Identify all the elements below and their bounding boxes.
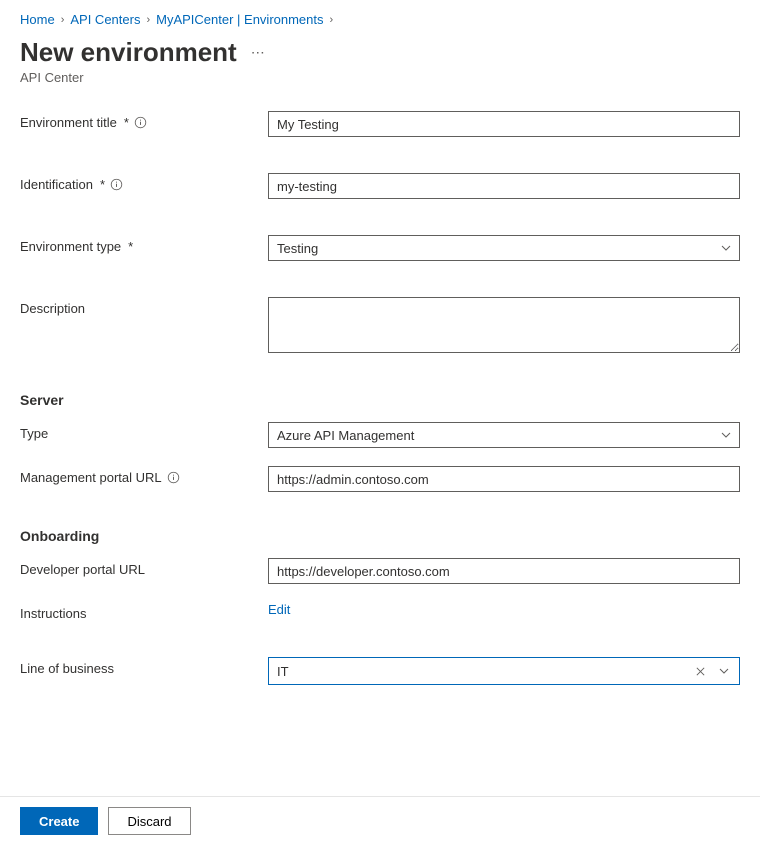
breadcrumb: Home › API Centers › MyAPICenter | Envir… [20,8,740,37]
chevron-right-icon: › [146,14,150,26]
page-subtitle: API Center [20,70,740,85]
dev-url-input[interactable] [268,558,740,584]
clear-icon[interactable] [691,662,709,680]
breadcrumb-api-centers[interactable]: API Centers [70,12,140,27]
edit-instructions-link[interactable]: Edit [268,602,290,617]
instructions-label: Instructions [20,606,86,621]
env-title-label: Environment title [20,115,117,130]
env-title-input[interactable] [268,111,740,137]
dev-url-label: Developer portal URL [20,562,145,577]
mgmt-url-label: Management portal URL [20,470,162,485]
footer-bar: Create Discard [0,796,760,845]
env-type-select[interactable] [268,235,740,261]
breadcrumb-home[interactable]: Home [20,12,55,27]
server-type-label: Type [20,426,48,441]
chevron-right-icon: › [61,14,65,26]
lob-value: IT [277,664,685,679]
mgmt-url-input[interactable] [268,466,740,492]
env-type-value[interactable] [268,235,740,261]
chevron-down-icon[interactable] [715,662,733,680]
required-mark: * [128,239,133,254]
server-section-header: Server [20,392,740,408]
server-type-value[interactable] [268,422,740,448]
lob-select[interactable]: IT [268,657,740,685]
chevron-right-icon: › [330,14,334,26]
description-input[interactable] [268,297,740,353]
create-button[interactable]: Create [20,807,98,835]
description-label: Description [20,301,85,316]
identification-label: Identification [20,177,93,192]
more-actions-button[interactable]: ⋯ [247,38,271,67]
discard-button[interactable]: Discard [108,807,190,835]
required-mark: * [124,115,129,130]
info-icon[interactable] [134,116,147,129]
onboarding-section-header: Onboarding [20,528,740,544]
info-icon[interactable] [167,471,180,484]
lob-label: Line of business [20,661,114,676]
required-mark: * [100,177,105,192]
breadcrumb-center[interactable]: MyAPICenter | Environments [156,12,323,27]
info-icon[interactable] [110,178,123,191]
page-title: New environment [20,37,237,68]
identification-input[interactable] [268,173,740,199]
server-type-select[interactable] [268,422,740,448]
env-type-label: Environment type [20,239,121,254]
